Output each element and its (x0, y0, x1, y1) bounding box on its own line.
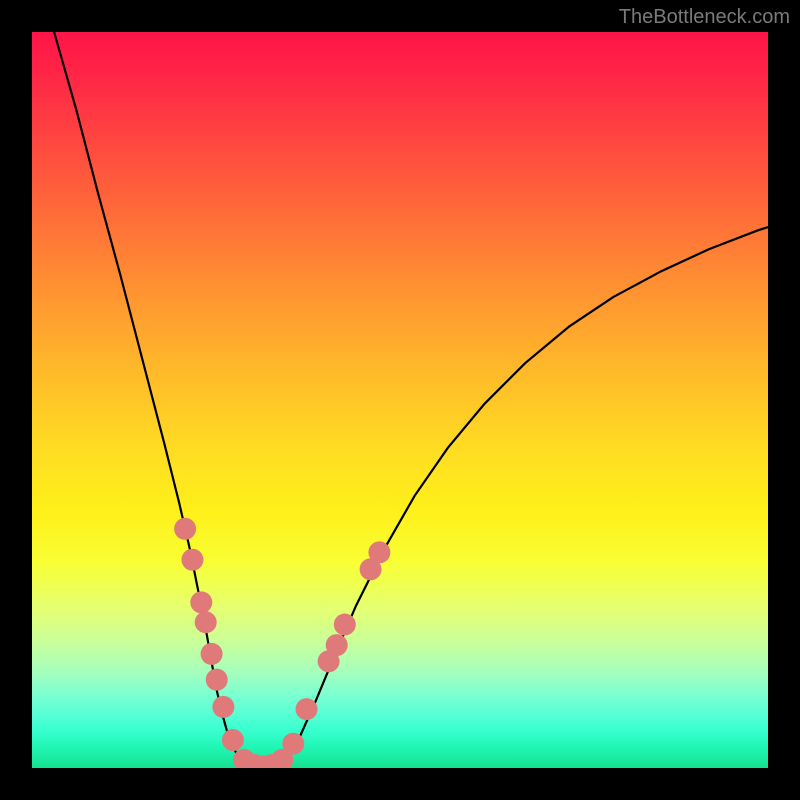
bottleneck-curve (54, 32, 768, 768)
highlight-dot (206, 669, 228, 691)
highlight-dot (201, 643, 223, 665)
chart-svg (32, 32, 768, 768)
watermark-text: TheBottleneck.com (619, 6, 790, 29)
highlight-dot (212, 696, 234, 718)
highlight-dot (296, 698, 318, 720)
highlight-dot (334, 613, 356, 635)
plot-area (32, 32, 768, 768)
highlight-dot (368, 541, 390, 563)
highlight-dot (326, 634, 348, 656)
highlight-dot (190, 591, 212, 613)
highlight-dot (181, 549, 203, 571)
highlight-dot (222, 729, 244, 751)
highlight-dot (282, 733, 304, 755)
chart-frame: TheBottleneck.com (0, 0, 800, 800)
highlight-dot (174, 518, 196, 540)
highlight-dots-group (174, 518, 390, 768)
highlight-dot (195, 611, 217, 633)
